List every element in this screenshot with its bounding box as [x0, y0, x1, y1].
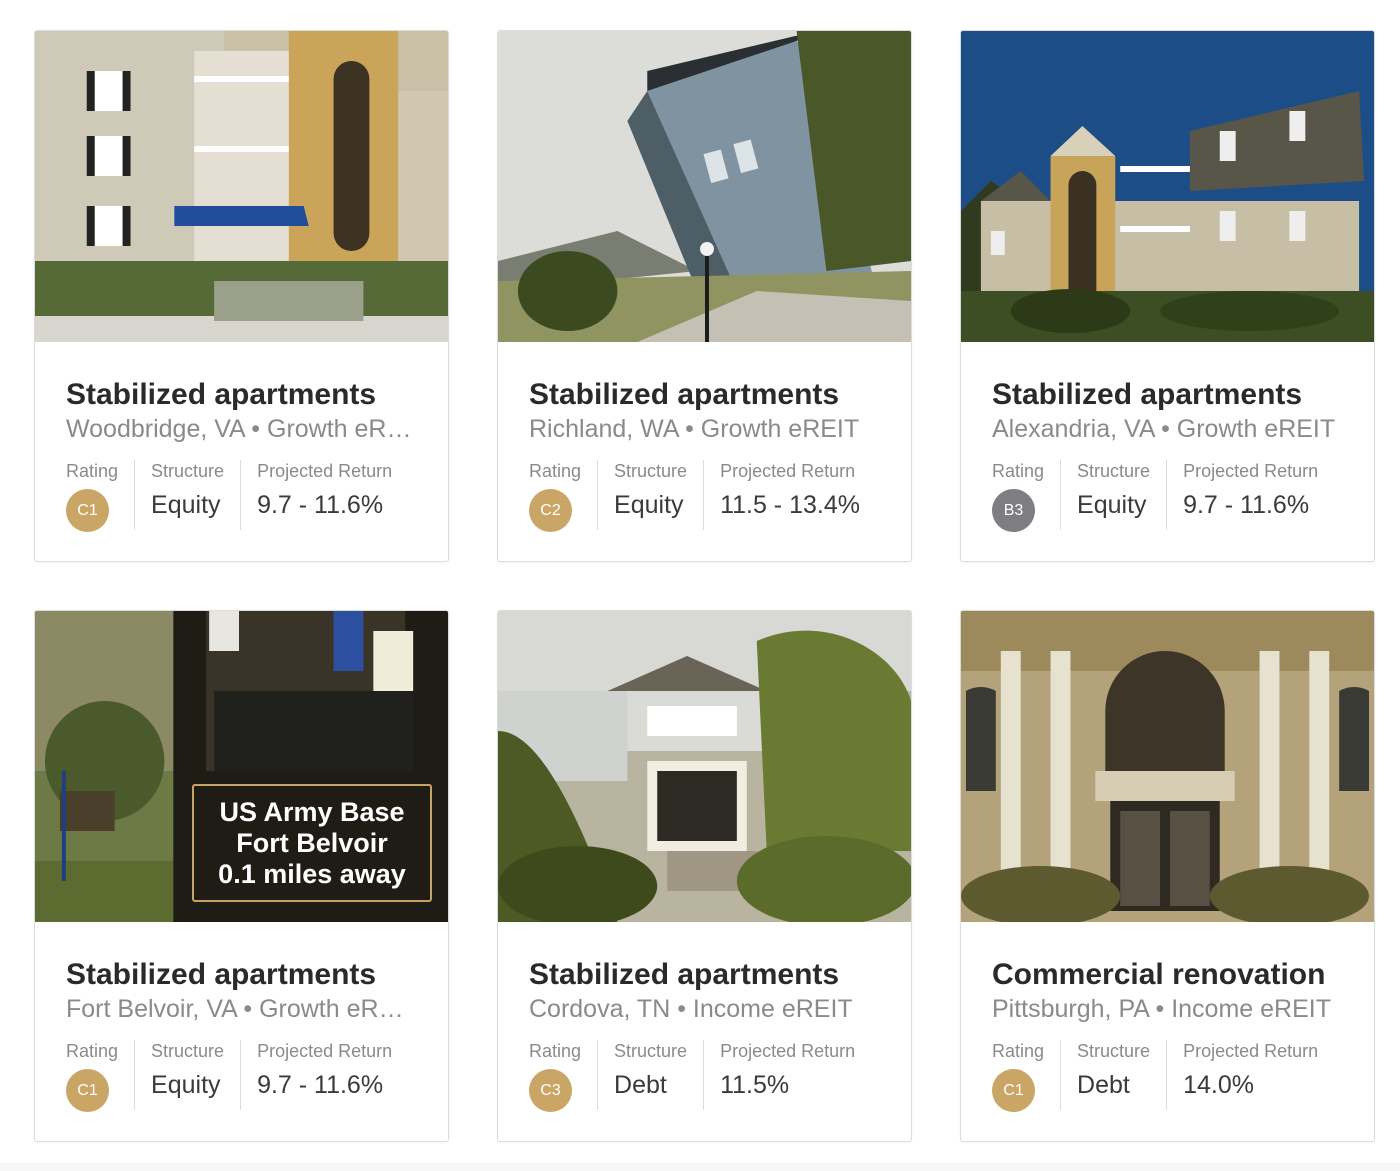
rating-stat: Rating C1: [66, 460, 136, 532]
structure-label: Structure: [614, 1041, 688, 1061]
rating-label: Rating: [992, 1041, 1045, 1061]
property-photo: [498, 31, 911, 342]
return-stat: Projected Return 9.7 - 11.6%: [257, 460, 392, 530]
rating-label: Rating: [529, 461, 582, 481]
return-stat: Projected Return 9.7 - 11.6%: [257, 1040, 392, 1110]
structure-label: Structure: [151, 461, 225, 481]
structure-value: Equity: [151, 491, 221, 519]
structure-stat: Structure Debt: [1077, 1040, 1168, 1110]
rating-badge: C2: [529, 489, 572, 532]
return-label: Projected Return: [1183, 1041, 1319, 1061]
structure-value: Equity: [151, 1071, 221, 1099]
rating-stat: Rating C3: [529, 1040, 599, 1112]
return-value: 11.5 - 13.4%: [720, 491, 860, 519]
rating-stat: Rating B3: [992, 460, 1062, 532]
return-label: Projected Return: [720, 1041, 856, 1061]
card-subtitle: Pittsburgh, PA • Income eREIT: [992, 995, 1331, 1023]
structure-value: Equity: [1077, 491, 1147, 519]
return-label: Projected Return: [1183, 461, 1319, 481]
rating-stat: Rating C1: [992, 1040, 1062, 1112]
rating-badge: C1: [66, 489, 109, 532]
rating-label: Rating: [992, 461, 1045, 481]
return-value: 11.5%: [720, 1071, 790, 1099]
structure-stat: Structure Equity: [151, 460, 242, 530]
rating-label: Rating: [66, 1041, 119, 1061]
structure-label: Structure: [151, 1041, 225, 1061]
investment-card[interactable]: US Army Base Fort Belvoir 0.1 miles away…: [34, 610, 449, 1142]
property-photo: [35, 31, 448, 342]
investment-card-grid: Stabilized apartments Woodbridge, VA • G…: [34, 30, 1375, 1142]
property-photo: US Army Base Fort Belvoir 0.1 miles away: [35, 611, 448, 922]
callout-line: 0.1 miles away: [218, 858, 406, 889]
rating-badge: C3: [529, 1069, 572, 1112]
structure-value: Debt: [614, 1071, 667, 1099]
return-value: 9.7 - 11.6%: [257, 1071, 384, 1099]
card-stats: Rating C1 Structure Equity Projected Ret…: [66, 460, 417, 532]
rating-stat: Rating C1: [66, 1040, 136, 1112]
card-stats: Rating C3 Structure Debt Projected Retur…: [529, 1040, 880, 1112]
rating-badge: C1: [992, 1069, 1035, 1112]
return-label: Projected Return: [257, 461, 393, 481]
rating-label: Rating: [529, 1041, 582, 1061]
card-subtitle: Woodbridge, VA • Growth eREIT: [66, 415, 417, 443]
card-title: Commercial renovation: [992, 958, 1326, 991]
return-stat: Projected Return 11.5 - 13.4%: [720, 460, 860, 530]
card-stats: Rating B3 Structure Equity Projected Ret…: [992, 460, 1343, 532]
return-value: 14.0%: [1183, 1071, 1254, 1099]
card-subtitle: Cordova, TN • Income eREIT: [529, 995, 853, 1023]
structure-value: Debt: [1077, 1071, 1130, 1099]
structure-label: Structure: [1077, 461, 1151, 481]
page-footer-strip: [0, 1163, 1400, 1171]
card-title: Stabilized apartments: [66, 378, 377, 411]
structure-label: Structure: [1077, 1041, 1151, 1061]
card-stats: Rating C1 Structure Equity Projected Ret…: [66, 1040, 417, 1112]
return-value: 9.7 - 11.6%: [257, 491, 384, 519]
return-label: Projected Return: [720, 461, 856, 481]
property-photo: [961, 31, 1374, 342]
investment-card[interactable]: Stabilized apartments Alexandria, VA • G…: [960, 30, 1375, 562]
rating-label: Rating: [66, 461, 119, 481]
return-value: 9.7 - 11.6%: [1183, 491, 1310, 519]
structure-label: Structure: [614, 461, 688, 481]
structure-stat: Structure Equity: [151, 1040, 242, 1110]
proximity-callout: US Army Base Fort Belvoir 0.1 miles away: [192, 784, 432, 902]
property-photo: [961, 611, 1374, 922]
callout-line: US Army Base: [219, 796, 405, 827]
rating-badge: C1: [66, 1069, 109, 1112]
rating-stat: Rating C2: [529, 460, 599, 532]
structure-value: Equity: [614, 491, 684, 519]
structure-stat: Structure Equity: [1077, 460, 1168, 530]
return-label: Projected Return: [257, 1041, 393, 1061]
card-title: Stabilized apartments: [66, 958, 377, 991]
card-subtitle: Fort Belvoir, VA • Growth eREIT: [66, 995, 417, 1023]
card-stats: Rating C1 Structure Debt Projected Retur…: [992, 1040, 1343, 1112]
card-title: Stabilized apartments: [529, 958, 840, 991]
return-stat: Projected Return 14.0%: [1183, 1040, 1318, 1110]
return-stat: Projected Return 9.7 - 11.6%: [1183, 460, 1318, 530]
return-stat: Projected Return 11.5%: [720, 1040, 855, 1110]
investment-card[interactable]: Stabilized apartments Woodbridge, VA • G…: [34, 30, 449, 562]
card-title: Stabilized apartments: [992, 378, 1303, 411]
card-subtitle: Richland, WA • Growth eREIT: [529, 415, 860, 443]
card-title: Stabilized apartments: [529, 378, 840, 411]
callout-line: Fort Belvoir: [236, 827, 388, 858]
card-stats: Rating C2 Structure Equity Projected Ret…: [529, 460, 880, 532]
investment-card[interactable]: Commercial renovation Pittsburgh, PA • I…: [960, 610, 1375, 1142]
investment-card[interactable]: Stabilized apartments Cordova, TN • Inco…: [497, 610, 912, 1142]
property-photo: [498, 611, 911, 922]
structure-stat: Structure Equity: [614, 460, 705, 530]
structure-stat: Structure Debt: [614, 1040, 705, 1110]
rating-badge: B3: [992, 489, 1035, 532]
card-subtitle: Alexandria, VA • Growth eREIT: [992, 415, 1336, 443]
investment-card[interactable]: Stabilized apartments Richland, WA • Gro…: [497, 30, 912, 562]
